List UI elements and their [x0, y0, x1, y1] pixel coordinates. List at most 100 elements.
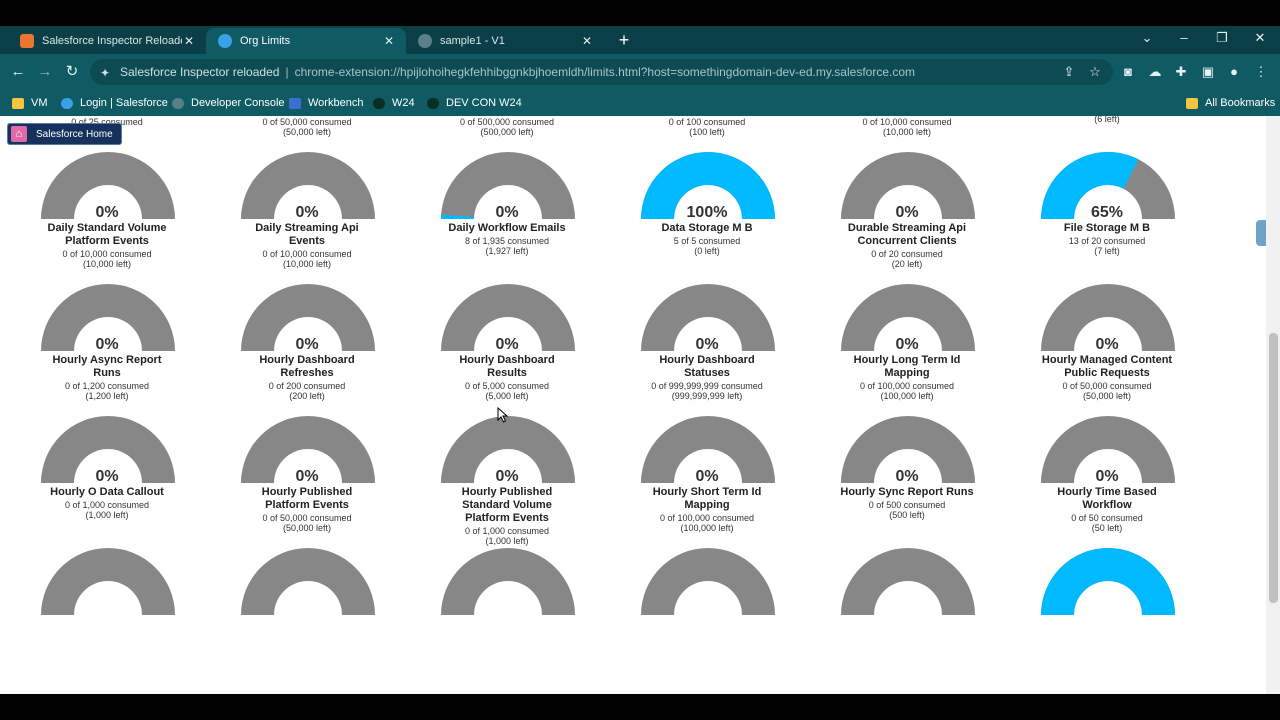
- gauge-percent: 0%: [495, 468, 519, 485]
- forward-icon[interactable]: →: [35, 62, 55, 82]
- menu-icon[interactable]: ⋮: [1252, 63, 1270, 81]
- tab-salesforce-inspector[interactable]: Salesforce Inspector Reloaded - ✕: [8, 28, 206, 54]
- tab-org-limits[interactable]: Org Limits ✕: [206, 28, 406, 54]
- limit-gauge: [407, 548, 607, 688]
- limit-name: Hourly O Data Callout: [50, 486, 164, 498]
- salesforce-home-label: Salesforce Home: [36, 128, 113, 140]
- gauge-percent: 100%: [686, 204, 728, 221]
- limit-name: Standard Volume: [462, 499, 552, 511]
- back-icon[interactable]: ←: [8, 62, 28, 82]
- limit-consumed: 0 of 500 consumed: [868, 500, 946, 510]
- bookmark-star-icon[interactable]: ☆: [1086, 63, 1104, 81]
- limit-name: Hourly Short Term Id: [652, 486, 762, 498]
- close-icon[interactable]: ✕: [182, 34, 196, 48]
- limit-remaining: (50,000 left): [1082, 391, 1132, 401]
- tab-search-icon[interactable]: ⌄: [1137, 30, 1157, 46]
- limit-name: Platform Events: [265, 499, 349, 511]
- limit-remaining: (50,000 left): [282, 127, 332, 137]
- bookmark-dev-con-w24[interactable]: DEV CON W24: [427, 95, 522, 111]
- scrollbar-thumb[interactable]: [1269, 333, 1278, 603]
- limit-gauge: 0% Daily Workflow Emails 8 of 1,935 consum…: [407, 152, 607, 292]
- limit-remaining: (1,200 left): [85, 391, 129, 401]
- limit-name: Daily Workflow Emails: [448, 222, 566, 234]
- folder-icon: [1186, 97, 1198, 109]
- bookmark-developer-console[interactable]: Developer Console: [172, 95, 285, 111]
- limit-name: Mapping: [884, 367, 930, 379]
- tab-label: sample1 - V1: [440, 35, 505, 47]
- restore-icon[interactable]: ❐: [1212, 30, 1232, 46]
- limit-gauge: 0% Hourly Sync Report Runs 0 of 500 consum…: [807, 416, 1007, 556]
- gauge-track: [441, 548, 575, 615]
- limit-remaining: (10,000 left): [882, 127, 932, 137]
- limit-remaining: (200 left): [289, 391, 325, 401]
- browser-tabstrip: Salesforce Inspector Reloaded - ✕ Org Li…: [0, 26, 1280, 54]
- gauge-percent: 0%: [95, 336, 119, 353]
- extensions-puzzle-icon[interactable]: ✚: [1172, 63, 1190, 81]
- limit-gauge: [807, 548, 1007, 688]
- close-window-icon[interactable]: ✕: [1250, 30, 1270, 46]
- limit-gauge: 0% Hourly Long Term Id Mapping 0 of 100,000…: [807, 284, 1007, 424]
- profile-avatar-icon[interactable]: ●: [1225, 63, 1243, 81]
- limit-gauge: 0% Hourly Async Report Runs 0 of 1,200 cons…: [7, 284, 207, 424]
- limit-remaining: (10,000 left): [282, 259, 332, 269]
- gauge-arc: [41, 548, 175, 615]
- bookmark-w24[interactable]: W24: [373, 95, 415, 111]
- bookmarks-bar: VM Login | Salesforce Developer Console …: [0, 90, 1280, 116]
- limit-name: Hourly Published: [261, 486, 353, 498]
- salesforce-cloud-icon: [61, 97, 73, 109]
- separator: |: [285, 65, 289, 79]
- cloud-extension-icon[interactable]: ☁: [1146, 63, 1164, 81]
- limit-remaining: (100,000 left): [880, 391, 934, 401]
- gauge-percent: 0%: [1095, 336, 1119, 353]
- limit-name: Daily Standard Volume: [47, 222, 167, 234]
- bookmark-vm[interactable]: VM: [12, 95, 48, 111]
- gauge-percent: 0%: [295, 204, 319, 221]
- limit-name: Hourly Published: [461, 486, 553, 498]
- screen-bottom-border: [0, 694, 1280, 720]
- share-icon[interactable]: ⇪: [1060, 63, 1078, 81]
- tab-sample1[interactable]: sample1 - V1 ✕: [406, 28, 604, 54]
- minimize-icon[interactable]: –: [1174, 30, 1194, 45]
- new-tab-button[interactable]: +: [614, 30, 634, 50]
- limit-remaining: (999,999,999 left): [671, 391, 743, 401]
- close-icon[interactable]: ✕: [382, 34, 396, 48]
- limit-remaining: (50 left): [1091, 523, 1123, 533]
- limit-name: Durable Streaming Api: [847, 222, 967, 234]
- reload-icon[interactable]: ↻: [62, 62, 82, 82]
- limit-gauge: [607, 548, 807, 688]
- tab-label: Salesforce Inspector Reloaded -: [42, 35, 182, 47]
- limit-consumed: 13 of 20 consumed: [1068, 236, 1146, 246]
- gauge-percent: 0%: [295, 468, 319, 485]
- gauge-percent: 0%: [95, 204, 119, 221]
- bookmark-label: VM: [31, 97, 48, 109]
- limit-consumed: 0 of 50,000 consumed: [1062, 381, 1152, 391]
- all-bookmarks[interactable]: All Bookmarks: [1186, 95, 1275, 111]
- gauge-arc: [1041, 548, 1175, 615]
- limit-consumed: 0 of 10,000 consumed: [62, 249, 152, 259]
- limit-remaining: (10,000 left): [82, 259, 132, 269]
- close-icon[interactable]: ✕: [580, 34, 594, 48]
- limit-name: Hourly Async Report: [52, 354, 162, 366]
- salesforce-home-button[interactable]: ⌂ Salesforce Home: [7, 123, 122, 145]
- page-scrollbar[interactable]: [1266, 116, 1280, 694]
- bookmark-login-salesforce[interactable]: Login | Salesforce: [61, 95, 168, 111]
- limit-name: Results: [487, 367, 527, 379]
- limit-remaining: (1,927 left): [485, 246, 529, 256]
- bookmark-workbench[interactable]: Workbench: [289, 95, 363, 111]
- limit-consumed: 0 of 5,000 consumed: [464, 381, 550, 391]
- limit-name: Daily Streaming Api: [255, 222, 359, 234]
- limit-name: Platform Events: [465, 512, 549, 524]
- limit-consumed: 0 of 1,000 consumed: [64, 500, 150, 510]
- limit-gauge: 0% Hourly Dashboard Refreshes 0 of 200 cons…: [207, 284, 407, 424]
- cloud-icon: [418, 34, 432, 48]
- side-panel-icon[interactable]: ▣: [1199, 63, 1217, 81]
- limit-gauge: 0% Hourly Published Platform Events 0 of 50…: [207, 416, 407, 556]
- camera-icon[interactable]: ◙: [1119, 63, 1137, 81]
- address-bar[interactable]: ✦ Salesforce Inspector reloaded | chrome…: [90, 59, 1113, 85]
- limit-gauge: 0% Hourly Short Term Id Mapping 0 of 100,00…: [607, 416, 807, 556]
- limit-gauge: 0% Daily Standard Volume Platform Events 0 …: [7, 152, 207, 292]
- bookmark-label: W24: [392, 97, 415, 109]
- limit-name: Hourly Dashboard: [459, 354, 555, 366]
- inspector-side-tab[interactable]: [1256, 220, 1266, 246]
- limit-consumed: 0 of 1,200 consumed: [64, 381, 150, 391]
